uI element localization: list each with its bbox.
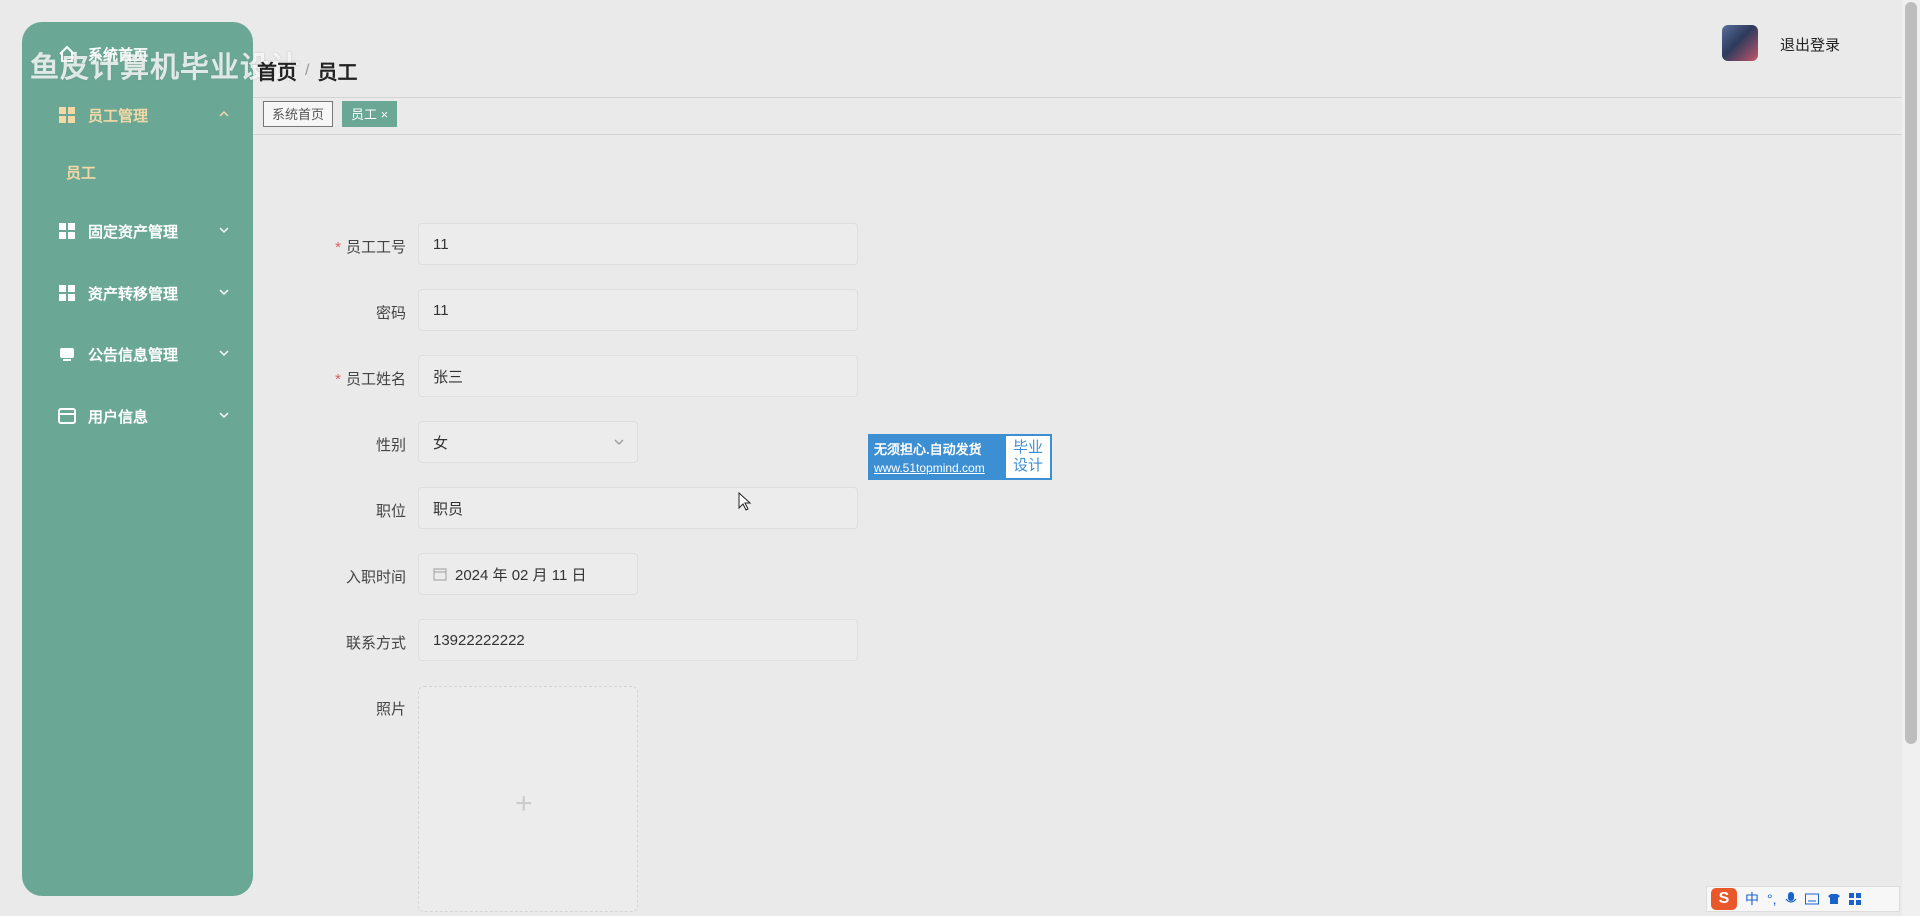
keyboard-icon[interactable] bbox=[1804, 893, 1819, 905]
plus-icon: + bbox=[515, 787, 533, 820]
photo-upload[interactable]: + bbox=[418, 686, 638, 912]
contact-input[interactable]: 13922222222 bbox=[418, 619, 858, 661]
breadcrumb-current: 员工 bbox=[317, 62, 358, 84]
scrollbar-thumb[interactable] bbox=[1905, 2, 1917, 744]
sidebar-item-label: 用户信息 bbox=[88, 408, 149, 426]
label-employee-no: * 员工工号 bbox=[256, 236, 406, 257]
sogou-logo-icon[interactable]: S bbox=[1711, 888, 1737, 910]
label-password: 密码 bbox=[375, 305, 406, 322]
gender-select[interactable]: 女 bbox=[418, 421, 638, 463]
tab-home[interactable]: 系统首页 bbox=[263, 101, 334, 127]
sidebar-item-label: 资产转移管理 bbox=[88, 285, 179, 303]
ad-badge: 毕业设计 bbox=[1006, 436, 1050, 478]
sidebar-item-label: 员工管理 bbox=[88, 107, 149, 125]
label-contact: 联系方式 bbox=[345, 635, 406, 652]
ime-toolbar: S 中 °, bbox=[1706, 886, 1900, 912]
top-header: 首页 / 员工 退出登录 bbox=[253, 0, 1902, 98]
required-mark: * bbox=[335, 239, 341, 256]
tab-label: 员工 bbox=[351, 107, 378, 122]
required-mark: * bbox=[335, 371, 341, 388]
monitor-icon bbox=[58, 345, 76, 363]
label-text: 员工工号 bbox=[345, 239, 406, 256]
toolbox-icon[interactable] bbox=[1848, 893, 1861, 905]
sidebar-item-employee-management[interactable]: 员工管理 bbox=[22, 95, 253, 135]
employee-no-input[interactable]: 11 bbox=[418, 223, 858, 265]
calendar-icon bbox=[433, 568, 447, 581]
position-input[interactable]: 职员 bbox=[418, 487, 858, 529]
grid-icon bbox=[58, 284, 76, 302]
sidebar-item-fixed-assets[interactable]: 固定资产管理 bbox=[22, 211, 253, 251]
label-photo: 照片 bbox=[375, 701, 406, 718]
label-gender: 性别 bbox=[375, 437, 406, 454]
chevron-down-icon bbox=[219, 227, 229, 234]
grid-icon bbox=[58, 106, 76, 124]
close-icon[interactable]: × bbox=[381, 107, 389, 122]
sidebar-item-user-info[interactable]: 用户信息 bbox=[22, 396, 253, 436]
avatar[interactable] bbox=[1722, 25, 1758, 61]
tab-employee[interactable]: 员工 × bbox=[342, 101, 398, 127]
ime-mode[interactable]: 中 bbox=[1745, 889, 1759, 909]
mouse-cursor-icon bbox=[738, 492, 752, 511]
label-name: * 员工姓名 bbox=[256, 368, 406, 389]
ad-link[interactable]: www.51topmind.com bbox=[874, 461, 1002, 475]
tabs-bar: 系统首页 员工 × bbox=[253, 98, 1902, 135]
ime-punct[interactable]: °, bbox=[1767, 891, 1777, 907]
name-input[interactable]: 张三 bbox=[418, 355, 858, 397]
grid-icon bbox=[58, 222, 76, 240]
gender-selected-value: 女 bbox=[433, 434, 449, 452]
ad-line-1: 无须担心.自动发货 bbox=[874, 442, 982, 457]
chevron-down-icon bbox=[219, 412, 229, 419]
chevron-up-icon bbox=[219, 110, 229, 117]
sidebar-subitem-employee[interactable]: 员工 bbox=[66, 162, 96, 183]
card-icon bbox=[58, 407, 76, 425]
microphone-icon[interactable] bbox=[1785, 892, 1797, 906]
scrollbar[interactable] bbox=[1902, 0, 1920, 916]
hire-date-value: 2024 年 02 月 11 日 bbox=[455, 566, 587, 584]
sidebar-item-asset-transfer[interactable]: 资产转移管理 bbox=[22, 273, 253, 313]
password-input[interactable]: 11 bbox=[418, 289, 858, 331]
breadcrumb-separator: / bbox=[305, 61, 310, 79]
breadcrumb-home[interactable]: 首页 bbox=[257, 56, 297, 85]
sidebar-item-label: 公告信息管理 bbox=[88, 346, 179, 364]
ad-text: 无须担心.自动发货 www.51topmind.com bbox=[870, 436, 1006, 478]
sidebar: 系统首页 员工管理 员工 固定资产管理 资产转移管理 公告信息管理 用户信息 bbox=[22, 22, 253, 896]
sidebar-item-announcements[interactable]: 公告信息管理 bbox=[22, 334, 253, 374]
breadcrumb: 首页 / 员工 bbox=[257, 56, 357, 85]
logout-button[interactable]: 退出登录 bbox=[1780, 34, 1840, 55]
label-text: 员工姓名 bbox=[345, 371, 406, 388]
skin-icon[interactable] bbox=[1827, 893, 1841, 905]
label-position: 职位 bbox=[375, 503, 406, 520]
chevron-down-icon bbox=[614, 439, 624, 445]
ad-banner[interactable]: 无须担心.自动发货 www.51topmind.com 毕业设计 bbox=[868, 434, 1052, 480]
chevron-down-icon bbox=[219, 350, 229, 357]
hire-date-picker[interactable]: 2024 年 02 月 11 日 bbox=[418, 553, 638, 595]
sidebar-item-label: 固定资产管理 bbox=[88, 223, 179, 241]
label-hire-date: 入职时间 bbox=[345, 569, 406, 586]
chevron-down-icon bbox=[219, 289, 229, 296]
